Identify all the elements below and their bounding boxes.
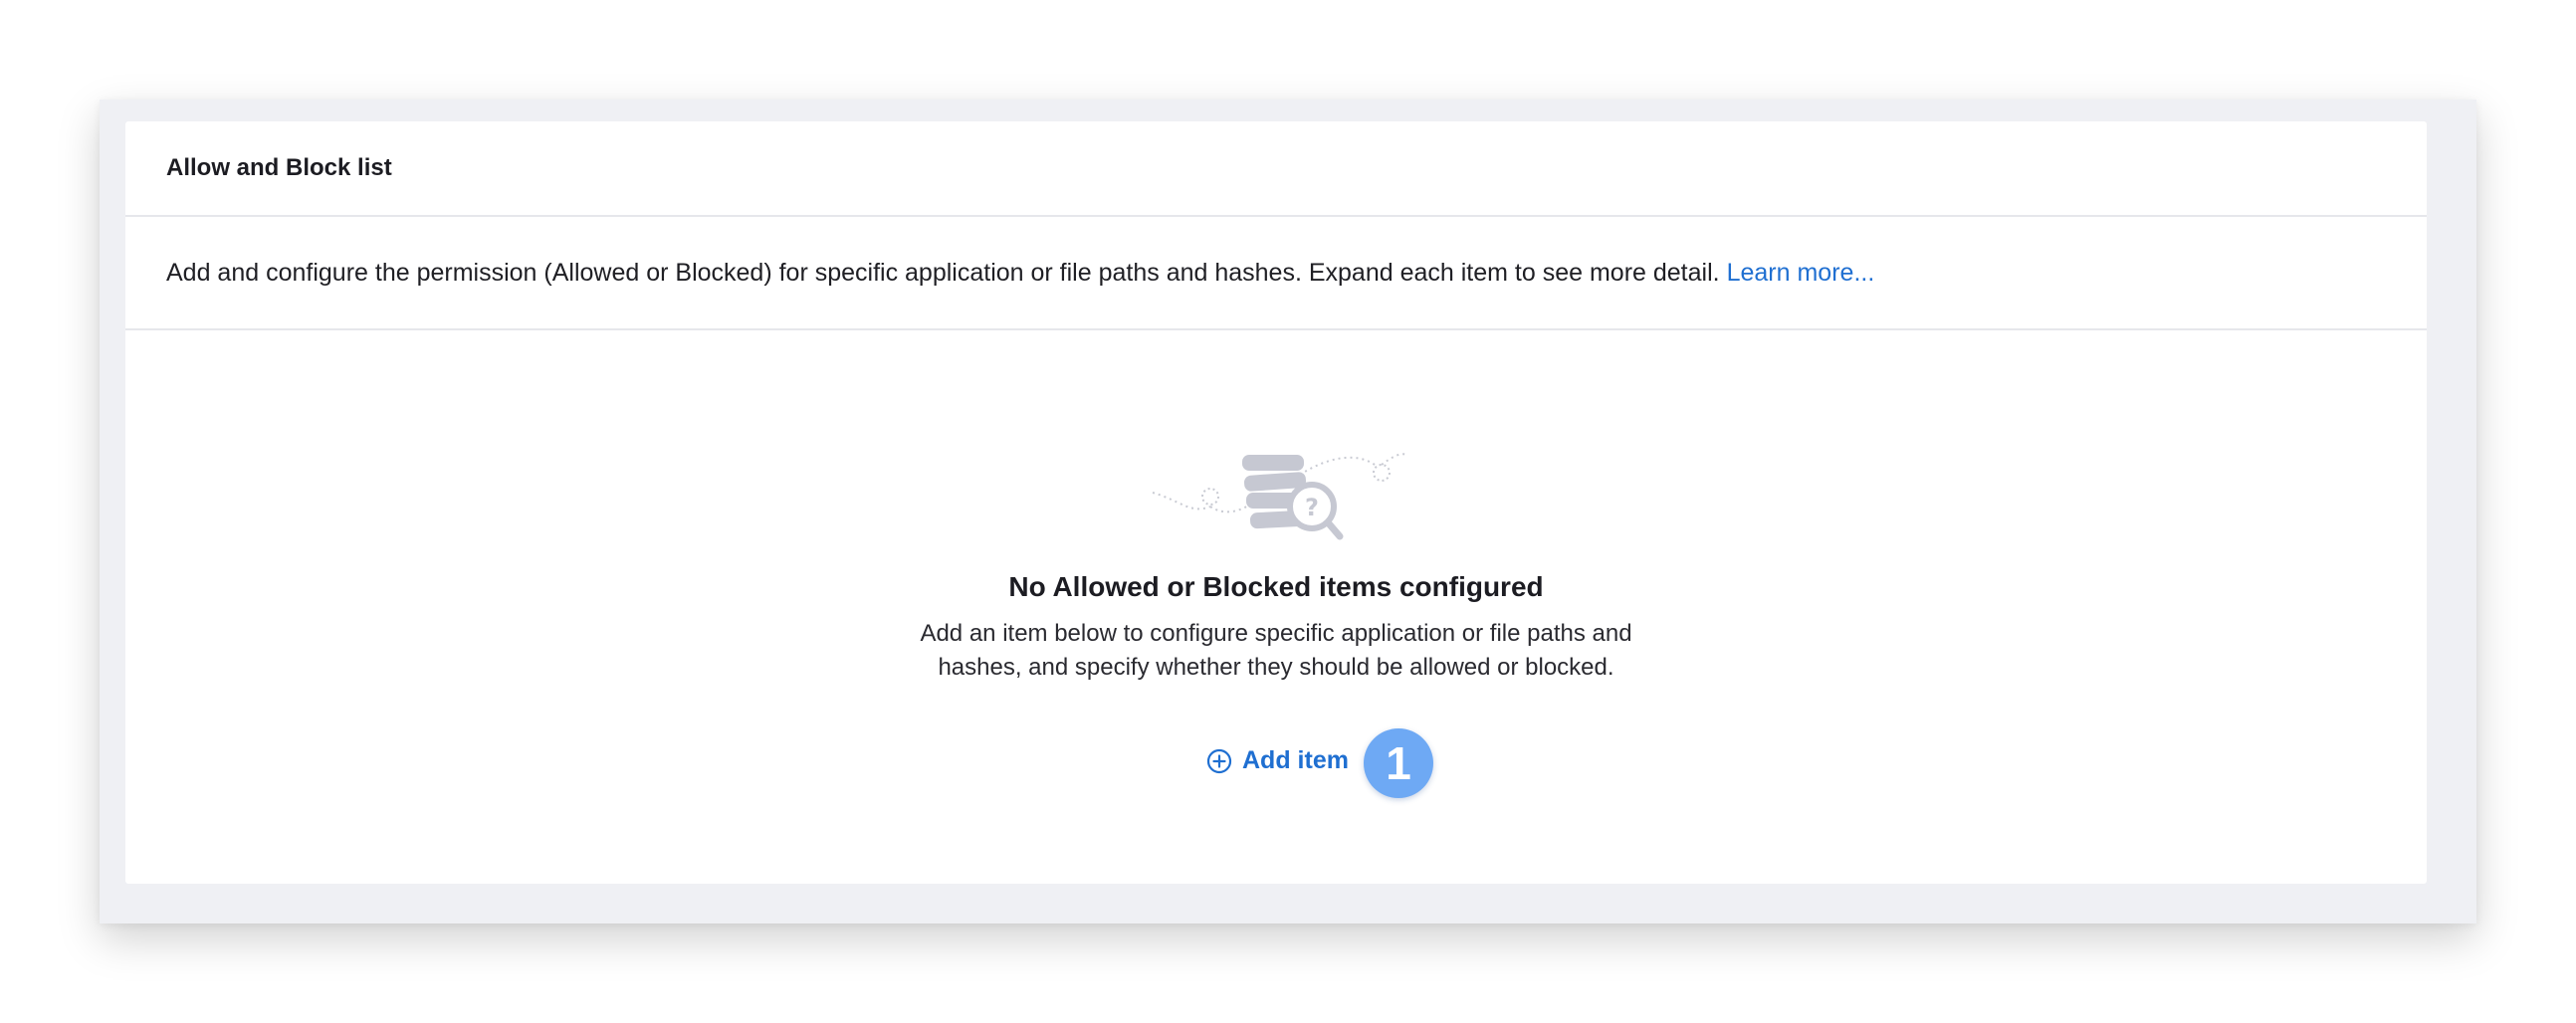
panel-header: Allow and Block list [125,121,2427,217]
empty-state-body: Add an item below to configure specific … [868,617,1684,685]
add-item-button[interactable]: Add item [1206,746,1349,775]
database-search-icon: ? [1152,453,1408,540]
empty-state: ? No Allowed or Blocked items configured… [125,330,2427,884]
plus-circle-icon [1206,748,1232,773]
svg-text:?: ? [1305,494,1319,521]
add-item-row: Add item 1 [125,728,2427,798]
learn-more-link[interactable]: Learn more... [1727,259,1875,288]
empty-state-body-line-1: Add an item below to configure specific … [920,620,1632,647]
allow-block-list-panel: Allow and Block list Add and configure t… [125,121,2427,884]
add-item-label: Add item [1242,746,1349,774]
description-text: Add and configure the permission (Allowe… [166,258,1720,287]
screenshot-frame: Allow and Block list Add and configure t… [100,100,2476,923]
step-callout-badge: 1 [1364,728,1433,798]
empty-state-title: No Allowed or Blocked items configured [1008,571,1544,602]
panel-description: Add and configure the permission (Allowe… [125,217,2427,330]
panel-title: Allow and Block list [166,154,392,181]
empty-state-body-line-2: hashes, and specify whether they should … [938,654,1614,681]
